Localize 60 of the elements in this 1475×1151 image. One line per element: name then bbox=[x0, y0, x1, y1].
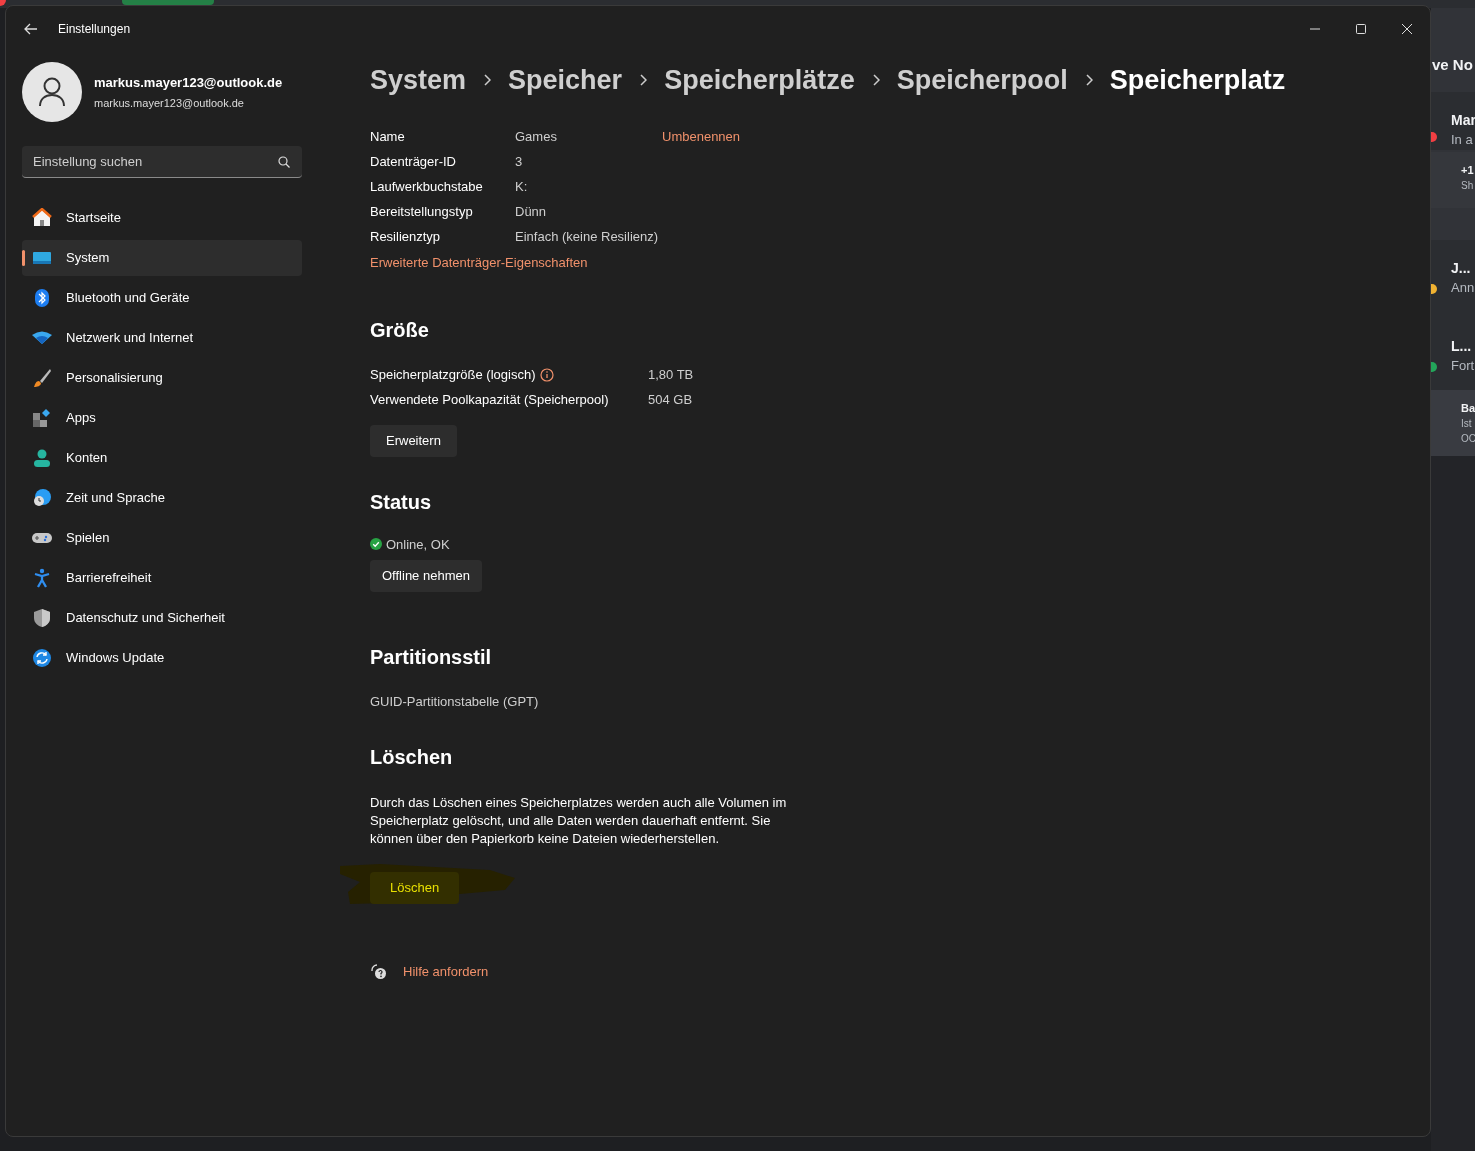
size-label: Speicherplatzgröße (logisch) bbox=[370, 366, 536, 385]
nav-item[interactable]: Netzwerk und Internet bbox=[22, 320, 302, 356]
size-label: Verwendete Poolkapazität (Speicherpool) bbox=[370, 391, 609, 410]
nav-item[interactable]: Zeit und Sprache bbox=[22, 480, 302, 516]
breadcrumb-item[interactable]: Speicherplätze bbox=[664, 59, 855, 101]
property-label: Datenträger-ID bbox=[370, 152, 457, 171]
take-offline-button[interactable]: Offline nehmen bbox=[370, 560, 482, 592]
nav-item[interactable]: Windows Update bbox=[22, 640, 302, 676]
friend-name: Ba bbox=[1461, 401, 1475, 416]
section-heading: Partitionsstil bbox=[370, 645, 493, 670]
property-value: Einfach (keine Resilienz) bbox=[515, 227, 660, 246]
size-value: 504 GB bbox=[648, 391, 693, 410]
delete-description: Durch das Löschen eines Speicherplatzes werden auch alle Volumen im Speicherplatz gelöscht, und alle Daten werden dauerhaft entfernt. Sie können über den Papierkorb keine Dateien wiederherstellen. bbox=[370, 793, 788, 848]
property-value: Dünn bbox=[515, 202, 548, 221]
property-label: Laufwerkbuchstabe bbox=[370, 177, 484, 196]
nav-item[interactable]: Personalisierung bbox=[22, 360, 302, 396]
property-label: Bereitstellungstyp bbox=[370, 202, 474, 221]
friend-name: Mar bbox=[1451, 111, 1475, 130]
nav-item[interactable]: Barrierefreiheit bbox=[22, 560, 302, 596]
user-email: markus.mayer123@outlook.de bbox=[94, 95, 245, 111]
nav-item[interactable]: Apps bbox=[22, 400, 302, 436]
nav-item[interactable]: Konten bbox=[22, 440, 302, 476]
breadcrumb-item[interactable]: Speicherpool bbox=[896, 59, 1068, 101]
friend-status: Ist bbox=[1461, 417, 1472, 431]
delete-button[interactable]: Löschen bbox=[370, 871, 460, 904]
property-label: Resilienztyp bbox=[370, 227, 442, 246]
nav-item[interactable]: Datenschutz und Sicherheit bbox=[22, 600, 302, 636]
section-heading: Löschen bbox=[370, 744, 454, 770]
property-value: Games bbox=[515, 127, 558, 146]
friend-status: OC bbox=[1461, 432, 1475, 446]
section-heading: Status bbox=[370, 489, 433, 515]
property-value: 3 bbox=[515, 152, 524, 171]
user-name: markus.mayer123@outlook.de bbox=[94, 74, 283, 92]
search-field[interactable]: Einstellung suchen bbox=[22, 146, 302, 178]
breadcrumb-item: Speicherplatz bbox=[1109, 63, 1286, 97]
friend-name: L... bbox=[1451, 337, 1472, 356]
friend-status: In a bbox=[1451, 131, 1473, 149]
heading: ve No bbox=[1432, 55, 1473, 75]
help-link[interactable]: Hilfe anfordern bbox=[403, 961, 489, 981]
friend-name: +1 bbox=[1461, 163, 1474, 178]
nav-item[interactable]: Startseite bbox=[22, 200, 302, 236]
friend-status: Fort bbox=[1451, 357, 1475, 375]
friend-name: J... bbox=[1451, 259, 1471, 278]
property-value: K: bbox=[515, 177, 529, 196]
nav-item[interactable]: Spielen bbox=[22, 520, 302, 556]
section-heading: Größe bbox=[370, 317, 430, 343]
rename-link[interactable]: Umbenennen bbox=[662, 126, 741, 147]
friend-status: Sh bbox=[1461, 179, 1474, 193]
nav-item[interactable]: System bbox=[22, 240, 302, 276]
breadcrumb-item[interactable]: Speicher bbox=[508, 59, 623, 101]
nav-item[interactable]: Bluetooth und Geräte bbox=[22, 280, 302, 316]
partition-style-text: GUID-Partitionstabelle (GPT) bbox=[370, 693, 540, 711]
window-title: Einstellungen bbox=[58, 21, 131, 38]
advanced-properties-link[interactable]: Erweiterte Datenträger-Eigenschaften bbox=[370, 253, 588, 273]
expand-button[interactable]: Erweitern bbox=[370, 424, 457, 457]
property-label: Name bbox=[370, 127, 406, 146]
breadcrumb-item[interactable]: System bbox=[370, 59, 467, 101]
friend-status: Ann bbox=[1451, 279, 1475, 297]
status-text: Online, OK bbox=[386, 535, 450, 554]
size-value: 1,80 TB bbox=[648, 366, 694, 385]
